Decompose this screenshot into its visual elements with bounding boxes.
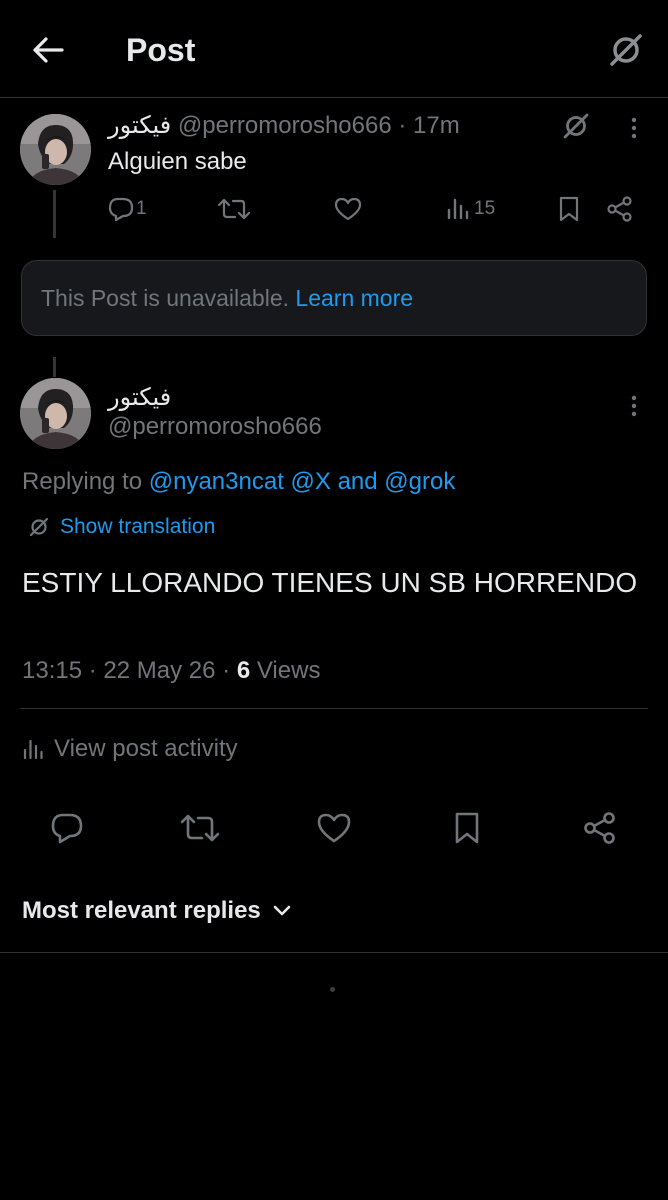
activity-label: View post activity <box>54 735 238 762</box>
chevron-down-icon <box>273 905 291 917</box>
views-label: Views <box>256 657 321 684</box>
like-icon <box>334 197 362 221</box>
retweet-icon[interactable] <box>178 806 222 850</box>
author-handle[interactable]: @perromorosho666 <box>178 112 392 139</box>
grok-icon[interactable] <box>558 108 594 144</box>
back-arrow-icon[interactable] <box>28 30 68 70</box>
bookmark-icon <box>558 196 580 222</box>
repost-button[interactable] <box>218 192 250 226</box>
post-meta: 13:15 · 22 May 26 · 6 Views <box>22 655 320 687</box>
loading-indicator <box>330 987 335 992</box>
views-button[interactable]: 15 <box>446 192 495 226</box>
retweet-icon <box>218 197 250 221</box>
reply-button[interactable]: 1 <box>108 192 147 226</box>
post-time[interactable]: 17m <box>413 112 460 139</box>
post-date[interactable]: 22 May 26 <box>103 657 215 684</box>
like-button[interactable] <box>334 192 362 226</box>
post-text: ESTIY LLORANDO TIENES UN SB HORRENDO <box>22 567 638 598</box>
views-count: 6 <box>236 657 251 684</box>
post-header: فيكتور @perromorosho666 · 17m <box>108 110 460 142</box>
bookmark-icon[interactable] <box>445 806 489 850</box>
replies-sort-label: Most relevant replies <box>22 897 261 924</box>
like-icon[interactable] <box>312 806 356 850</box>
show-translation-label: Show translation <box>60 515 216 538</box>
post-time[interactable]: 13:15 <box>22 657 82 684</box>
author-handle[interactable]: @perromorosho666 <box>108 411 322 443</box>
view-post-activity-button[interactable]: View post activity <box>22 732 238 766</box>
views-icon <box>22 738 44 760</box>
share-icon <box>606 196 634 222</box>
reply-icon <box>108 197 134 221</box>
replying-handles[interactable]: @nyan3ncat @X and @grok <box>149 468 456 495</box>
avatar[interactable] <box>20 114 91 185</box>
page-title: Post <box>126 32 196 68</box>
separator: · <box>398 112 407 139</box>
share-icon[interactable] <box>578 806 622 850</box>
show-translation-button[interactable]: Show translation <box>28 512 215 542</box>
thread-line <box>53 357 56 377</box>
author-name[interactable]: فيكتور <box>108 112 171 139</box>
grok-icon[interactable] <box>604 28 648 72</box>
views-count: 15 <box>474 198 496 219</box>
learn-more-link[interactable]: Learn more <box>295 285 413 312</box>
replying-prefix: Replying to <box>22 468 143 495</box>
more-icon[interactable] <box>620 390 648 422</box>
reply-count: 1 <box>136 198 147 219</box>
grok-icon <box>28 516 50 538</box>
post-text: Alguien sabe <box>108 148 247 175</box>
thread-line <box>53 190 56 238</box>
top-bar <box>0 0 668 98</box>
author-name[interactable]: فيكتور <box>108 382 171 414</box>
divider <box>0 952 668 953</box>
divider <box>20 708 648 709</box>
reply-icon[interactable] <box>45 806 89 850</box>
share-button[interactable] <box>606 192 634 226</box>
bookmark-button[interactable] <box>558 192 580 226</box>
unavailable-text: This Post is unavailable. <box>41 284 290 311</box>
replies-sort-dropdown[interactable]: Most relevant replies <box>22 892 291 930</box>
separator: · <box>222 657 231 684</box>
separator: · <box>88 657 97 684</box>
unavailable-notice: This Post is unavailable. Learn more <box>21 260 647 336</box>
replying-to: Replying to @nyan3ncat @X and @grok <box>22 466 455 498</box>
views-icon <box>446 197 470 221</box>
more-icon[interactable] <box>620 112 648 144</box>
avatar[interactable] <box>20 378 91 449</box>
